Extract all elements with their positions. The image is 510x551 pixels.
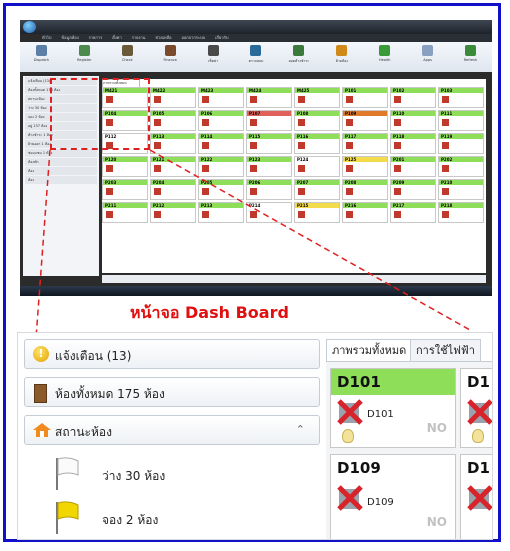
yellow-flag-icon <box>56 501 79 534</box>
tab-electricity[interactable]: การใช้ไฟฟ้า <box>410 339 481 362</box>
room-label: D109 <box>367 497 394 508</box>
meter-status: NO <box>426 421 447 435</box>
vacant-rooms-item[interactable]: ว่าง 30 ห้อง <box>54 457 294 493</box>
meter-status: NO <box>426 515 447 529</box>
room-code: D1 <box>461 455 492 481</box>
all-rooms-button[interactable]: ห้องทั้งหมด 175 ห้อง <box>24 377 320 407</box>
bulb-icon <box>342 429 354 443</box>
alerts-button[interactable]: ! แจ้งเตือน (13) <box>24 339 320 369</box>
room-code: D101 <box>331 369 455 395</box>
bulb-icon <box>472 429 484 443</box>
room-status-header[interactable]: สถานะห้อง ⌃ <box>24 415 320 445</box>
room-card[interactable]: D109 D109 NO <box>330 454 456 539</box>
room-card[interactable]: D1 <box>460 454 492 539</box>
chevron-up-icon[interactable]: ⌃ <box>296 423 305 436</box>
alerts-label: แจ้งเตือน (13) <box>55 349 132 363</box>
zoomed-view: ! แจ้งเตือน (13) ห้องทั้งหมด 175 ห้อง สถ… <box>17 332 493 540</box>
house-icon <box>33 423 51 437</box>
booked-label: จอง 2 ห้อง <box>102 513 159 527</box>
unoccupied-x-icon <box>467 399 492 425</box>
room-code: D1 <box>461 369 492 395</box>
unoccupied-x-icon <box>337 485 363 511</box>
tab-overview-all[interactable]: ภาพรวมทั้งหมด <box>326 339 413 362</box>
room-panel: ภาพรวมทั้งหมด การใช้ไฟฟ้า D101 D101 NO D… <box>326 339 492 539</box>
room-status-label: สถานะห้อง <box>55 425 112 439</box>
door-icon <box>34 384 47 403</box>
vacant-label: ว่าง 30 ห้อง <box>102 469 166 483</box>
sidebar: ! แจ้งเตือน (13) ห้องทั้งหมด 175 ห้อง สถ… <box>24 339 320 539</box>
room-card[interactable]: D1 <box>460 368 492 448</box>
dashboard-caption: หน้าจอ Dash Board <box>130 303 289 322</box>
warning-icon: ! <box>33 346 49 362</box>
unoccupied-x-icon <box>337 399 363 425</box>
room-code: D109 <box>331 455 455 481</box>
unoccupied-x-icon <box>467 485 492 511</box>
all-rooms-label: ห้องทั้งหมด 175 ห้อง <box>55 387 165 401</box>
room-cards: D101 D101 NO D1 D109 D109 NO D1 <box>326 361 492 539</box>
white-flag-icon <box>56 457 79 490</box>
room-label: D101 <box>367 409 394 420</box>
room-card[interactable]: D101 D101 NO <box>330 368 456 448</box>
booked-rooms-item[interactable]: จอง 2 ห้อง <box>54 501 294 537</box>
